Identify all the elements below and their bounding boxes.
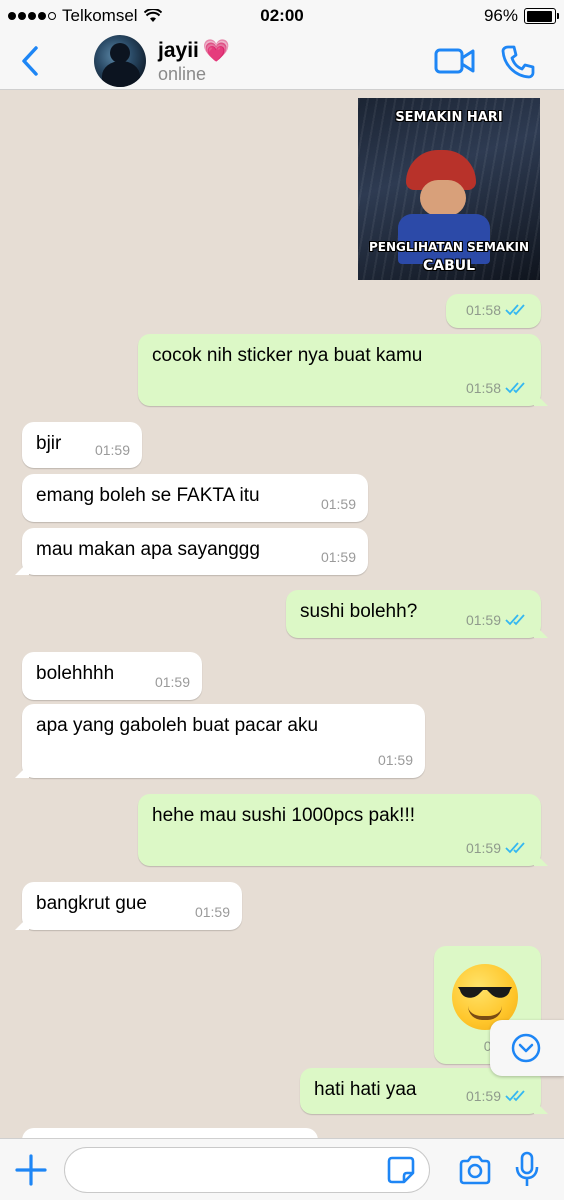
avatar[interactable] bbox=[94, 35, 146, 87]
heart-emoji: 💗 bbox=[202, 38, 231, 63]
contact-name[interactable]: jayii 💗 bbox=[158, 38, 230, 64]
video-call-icon[interactable] bbox=[434, 46, 476, 76]
message-text: cocok nih sticker nya buat kamu bbox=[152, 345, 423, 366]
message-time: 01:59 bbox=[94, 442, 130, 458]
chat-area[interactable]: SEMAKIN HARI PENGLIHATAN SEMAKIN CABUL 0… bbox=[0, 90, 564, 1138]
message-bubble[interactable]: apa yang gaboleh buat pacar aku 01:59 bbox=[22, 704, 425, 778]
message-meta: 01:59 bbox=[466, 836, 529, 860]
sticker-bottom-text: PENGLIHATAN SEMAKIN bbox=[368, 240, 530, 254]
read-ticks-icon bbox=[505, 842, 525, 854]
message-meta: 01:59 bbox=[466, 608, 529, 632]
plus-icon[interactable] bbox=[14, 1153, 48, 1187]
battery-fill bbox=[526, 10, 553, 22]
message-bubble[interactable]: emang boleh se FAKTA itu 01:59 bbox=[22, 474, 368, 522]
sticker-time-bubble[interactable]: 01:58 bbox=[446, 294, 541, 328]
message-meta: 01:59 bbox=[95, 438, 130, 462]
phone-icon[interactable] bbox=[500, 44, 536, 80]
message-time: 01:59 bbox=[320, 549, 356, 565]
message-time: 01:59 bbox=[194, 904, 230, 920]
battery-percent: 96% bbox=[483, 6, 518, 25]
read-ticks-icon bbox=[505, 614, 525, 626]
message-text: emang boleh se FAKTA itu bbox=[36, 485, 260, 506]
message-time: 01:59 bbox=[154, 674, 190, 690]
message-meta: 01:59 bbox=[195, 900, 230, 924]
message-meta: 01:59 bbox=[466, 1084, 529, 1108]
message-bubble[interactable]: hehe mau sushi 1000pcs pak!!! 01:59 bbox=[138, 794, 541, 866]
message-bubble[interactable]: mau makan apa sayanggg 01:59 bbox=[22, 528, 368, 575]
message-text: bangkrut gue bbox=[36, 893, 147, 914]
message-time: 01:59 bbox=[465, 1088, 501, 1104]
sticker-top-text: SEMAKIN HARI bbox=[395, 110, 503, 125]
message-text: bolehhhh bbox=[36, 663, 115, 684]
status-right: 96% bbox=[483, 6, 559, 26]
camera-icon[interactable] bbox=[458, 1155, 492, 1185]
read-ticks-icon bbox=[505, 382, 525, 394]
message-text: bjir bbox=[36, 433, 62, 454]
status-bar: Telkomsel 02:00 96% bbox=[0, 0, 564, 34]
message-meta: 01:58 bbox=[466, 376, 529, 400]
message-bubble[interactable]: bangkrut gue 01:59 bbox=[22, 882, 242, 930]
message-text: mau makan apa sayanggg bbox=[36, 539, 260, 560]
message-bubble[interactable]: cocok nih sticker nya buat kamu 01:58 bbox=[138, 334, 541, 406]
battery-icon bbox=[524, 8, 559, 24]
message-text: hehe mau sushi 1000pcs pak!!! bbox=[152, 805, 416, 826]
message-meta: 01:59 bbox=[321, 545, 356, 569]
sticker-icon[interactable] bbox=[386, 1155, 416, 1185]
contact-name-text: jayii bbox=[158, 39, 199, 62]
message-meta: 01:59 bbox=[155, 670, 190, 694]
message-time: 01:59 bbox=[465, 840, 501, 856]
chevron-down-icon bbox=[511, 1033, 541, 1063]
message-text: apa yang gaboleh buat pacar aku bbox=[36, 715, 319, 736]
message-text: sushi bolehh? bbox=[300, 601, 418, 622]
sticker-bottom-text-2: CABUL bbox=[422, 258, 476, 274]
message-meta: 01:59 bbox=[321, 492, 356, 516]
message-time: 01:59 bbox=[377, 752, 413, 768]
message-input[interactable] bbox=[64, 1147, 430, 1193]
status-time: 02:00 bbox=[260, 6, 304, 25]
message-time: 01:58 bbox=[465, 302, 501, 318]
scroll-to-bottom-button[interactable] bbox=[490, 1020, 564, 1076]
read-ticks-icon bbox=[505, 304, 525, 316]
message-time: 01:58 bbox=[465, 380, 501, 396]
message-meta: 01:58 bbox=[466, 298, 529, 322]
sticker-image[interactable]: SEMAKIN HARI PENGLIHATAN SEMAKIN CABUL bbox=[358, 98, 540, 280]
partial-message-bubble[interactable] bbox=[22, 1128, 318, 1138]
message-time: 01:59 bbox=[465, 612, 501, 628]
contact-status: online bbox=[158, 64, 207, 84]
read-ticks-icon bbox=[505, 1090, 525, 1102]
input-bar bbox=[0, 1138, 564, 1200]
back-icon[interactable] bbox=[16, 44, 46, 78]
message-bubble[interactable]: bjir 01:59 bbox=[22, 422, 142, 468]
chat-header: jayii 💗 online bbox=[0, 34, 564, 90]
message-meta: 01:59 bbox=[378, 748, 413, 772]
microphone-icon[interactable] bbox=[514, 1151, 540, 1189]
message-text: hati hati yaa bbox=[314, 1079, 417, 1100]
message-bubble[interactable]: bolehhhh 01:59 bbox=[22, 652, 202, 700]
message-bubble[interactable]: sushi bolehh? 01:59 bbox=[286, 590, 541, 638]
message-time: 01:59 bbox=[320, 496, 356, 512]
